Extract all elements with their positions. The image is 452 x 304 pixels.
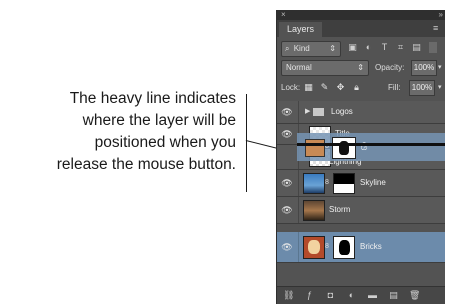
layer-mask-thumbnail[interactable] — [333, 173, 355, 194]
blend-row: Normal ⇕ Opacity: 100% ▾ — [277, 60, 445, 76]
folder-icon — [313, 108, 324, 116]
layer-name: Logos — [331, 107, 353, 116]
layer-mask-thumbnail — [332, 137, 356, 159]
lock-label: Lock: — [281, 83, 301, 92]
opacity-label: Opacity: — [375, 63, 405, 72]
opacity-field[interactable]: 100% — [411, 60, 437, 76]
lock-transparent-icon[interactable]: ▦ — [303, 82, 314, 93]
layer-name: Bricks — [360, 242, 382, 251]
search-icon: ⌕ — [285, 44, 290, 53]
lock-row: Lock: ▦ ✎ ✥ 🔒︎ Fill: 100% ▾ — [277, 80, 445, 96]
blend-mode-dropdown[interactable]: Normal ⇕ — [281, 60, 369, 76]
lock-all-icon[interactable]: 🔒︎ — [351, 82, 362, 93]
lock-position-icon[interactable]: ✥ — [335, 82, 346, 93]
drop-position-indicator — [297, 143, 445, 146]
link-icon[interactable]: 8 — [325, 243, 329, 250]
adjustment-filter-icon[interactable]: ◐ — [363, 42, 374, 53]
delete-layer-icon[interactable]: 🗑︎ — [409, 290, 420, 301]
eye-icon[interactable]: 👁︎ — [280, 242, 294, 252]
layers-panel: × » Layers ≡ ⌕ Kind ⇕ ▣ ◐ T ⌗ ▤ Normal ⇕… — [276, 10, 445, 304]
callout-line: The heavy line indicates — [69, 90, 236, 107]
callout-bracket — [246, 94, 247, 192]
add-mask-icon[interactable]: ◘ — [325, 290, 336, 301]
layer-row-bricks[interactable]: 👁︎ 8 Bricks — [277, 232, 445, 263]
layer-row-skyline[interactable]: 👁︎ 8 Skyline — [277, 170, 445, 197]
expand-arrow-icon[interactable]: ▶ — [305, 107, 310, 115]
filter-kind-label: Kind — [293, 44, 310, 53]
eye-icon[interactable]: 👁︎ — [280, 178, 294, 188]
eye-icon[interactable]: 👁︎ — [280, 205, 294, 215]
dragged-layer-ghost: 8 ✋︎ — [297, 133, 445, 161]
layer-row-logos[interactable]: 👁︎ ▶ Logos — [277, 101, 445, 124]
eye-icon[interactable]: 👁︎ — [280, 107, 294, 117]
link-icon[interactable]: 8 — [325, 179, 329, 186]
fill-label: Fill: — [388, 83, 401, 92]
callout-line: positioned when you — [94, 134, 236, 151]
layers-spacer — [277, 224, 445, 232]
layer-thumbnail — [305, 139, 325, 157]
opacity-dropdown-arrow[interactable]: ▾ — [438, 60, 442, 75]
filter-row: ⌕ Kind ⇕ ▣ ◐ T ⌗ ▤ — [277, 41, 445, 57]
eye-icon[interactable]: 👁︎ — [280, 129, 294, 139]
chevron-updown-icon: ⇕ — [329, 44, 336, 53]
shape-filter-icon[interactable]: ⌗ — [395, 42, 406, 53]
filter-kind-dropdown[interactable]: ⌕ Kind ⇕ — [281, 41, 341, 57]
layer-thumbnail — [303, 236, 325, 259]
smart-object-filter-icon[interactable]: ▤ — [411, 42, 422, 53]
new-group-icon[interactable]: ▬ — [367, 290, 378, 301]
lock-image-icon[interactable]: ✎ — [319, 82, 330, 93]
layer-mask-thumbnail[interactable] — [333, 236, 355, 259]
panel-bottom-bar: ⛓︎ ƒ ◘ ◐ ▬ ▤ 🗑︎ — [277, 286, 445, 304]
chevron-updown-icon: ⇕ — [357, 63, 364, 72]
callout-text: The heavy line indicates where the layer… — [0, 88, 236, 176]
adjustment-layer-icon[interactable]: ◐ — [346, 290, 357, 301]
fill-dropdown-arrow[interactable]: ▾ — [438, 80, 442, 95]
blend-mode-value: Normal — [286, 63, 312, 72]
layer-style-icon[interactable]: ƒ — [304, 290, 315, 301]
layer-thumbnail — [303, 200, 325, 221]
tab-layers[interactable]: Layers — [279, 22, 323, 37]
layer-name: Skyline — [360, 178, 386, 187]
filter-toggle-switch[interactable] — [429, 42, 437, 53]
layer-thumbnail — [303, 173, 325, 194]
callout-line: where the layer will be — [82, 112, 236, 129]
collapse-icon[interactable]: » — [439, 10, 444, 20]
panel-tab-bar: Layers ≡ — [277, 20, 445, 37]
panel-title-bar[interactable]: × » — [277, 10, 445, 20]
layer-row-storm[interactable]: 👁︎ Storm — [277, 197, 445, 224]
visibility-column — [277, 145, 299, 169]
fill-field[interactable]: 100% — [409, 80, 435, 96]
pixel-filter-icon[interactable]: ▣ — [347, 42, 358, 53]
new-layer-icon[interactable]: ▤ — [388, 290, 399, 301]
layer-name: Storm — [329, 205, 351, 214]
type-filter-icon[interactable]: T — [379, 42, 390, 53]
panel-menu-icon[interactable]: ≡ — [433, 23, 441, 33]
close-icon[interactable]: × — [281, 10, 286, 20]
callout-line: release the mouse button. — [56, 156, 236, 173]
link-layers-icon[interactable]: ⛓︎ — [283, 290, 294, 301]
